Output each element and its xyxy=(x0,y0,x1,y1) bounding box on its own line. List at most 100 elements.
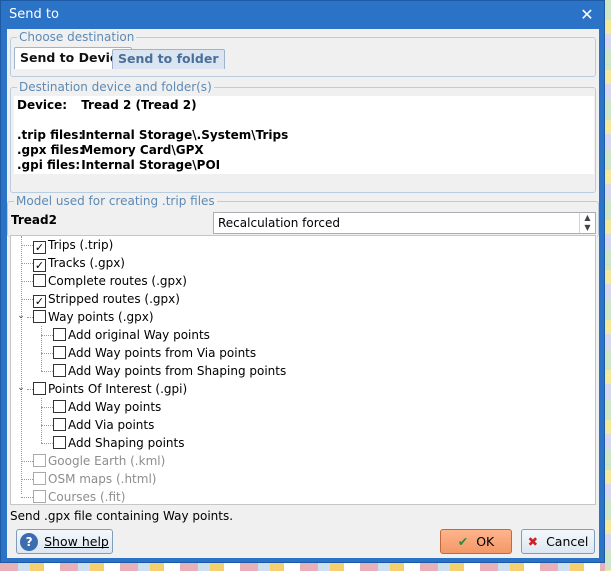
spin-arrows-icon[interactable]: ▲ ▼ xyxy=(579,213,595,233)
gpi-files-value: Internal Storage\POI xyxy=(81,158,221,172)
model-name: Tread2 xyxy=(11,213,57,227)
checkbox-add-way-points[interactable] xyxy=(53,400,66,413)
device-row: Device: Tread 2 (Tread 2) xyxy=(17,98,197,113)
checkbox-stripped-routes[interactable]: ✓ xyxy=(33,295,46,308)
destination-device-group: Destination device and folder(s) Device:… xyxy=(10,79,596,193)
checkbox-trips[interactable]: ✓ xyxy=(33,241,46,254)
tree-connector xyxy=(21,245,33,246)
tree-item-tracks[interactable]: ✓ Tracks (.gpx) xyxy=(33,254,125,272)
help-icon: ? xyxy=(20,533,39,551)
tree-connector xyxy=(21,263,33,264)
tree-item-label: Complete routes (.gpx) xyxy=(48,274,187,288)
destination-device-legend: Destination device and folder(s) xyxy=(17,79,214,95)
gpx-files-value: Memory Card\GPX xyxy=(81,143,204,157)
export-options-tree: ⌄ ⌄ ✓ Trips (.trip) ✓ Tracks (.gpx) Comple… xyxy=(10,235,596,505)
tab-send-to-folder[interactable]: Send to folder xyxy=(112,49,225,69)
tree-connector xyxy=(21,461,33,462)
tree-connector xyxy=(21,236,22,494)
close-icon[interactable]: ✕ xyxy=(578,6,596,24)
tree-item-complete-routes[interactable]: Complete routes (.gpx) xyxy=(33,272,187,290)
tree-connector xyxy=(41,353,53,354)
tree-connector xyxy=(41,407,53,408)
gpx-files-row: .gpx files: Memory Card\GPX xyxy=(17,143,204,158)
tree-connector xyxy=(41,326,42,371)
recalculation-selected-value: Recalculation forced xyxy=(218,216,340,230)
tree-item-label: Add Way points xyxy=(68,400,162,414)
tree-item-label: Points Of Interest (.gpi) xyxy=(48,382,188,396)
gpi-files-label: .gpi files: xyxy=(17,158,81,172)
tree-connector xyxy=(41,398,42,443)
tree-connector xyxy=(41,425,53,426)
tree-item-trips[interactable]: ✓ Trips (.trip) xyxy=(33,236,113,254)
device-info-box: Device: Tread 2 (Tread 2) .trip files: I… xyxy=(14,96,594,174)
choose-destination-legend: Choose destination xyxy=(17,29,137,45)
checkbox-add-original-way-points[interactable] xyxy=(53,328,66,341)
ok-label: OK xyxy=(476,534,495,549)
tree-item-label: Add Shaping points xyxy=(68,436,185,450)
checkbox-way-points[interactable] xyxy=(33,310,46,323)
show-help-button[interactable]: ? Show help xyxy=(16,529,113,554)
tree-connector xyxy=(41,443,53,444)
tree-item-google-earth: Google Earth (.kml) xyxy=(33,452,165,470)
choose-destination-group: Choose destination Send to Device Send t… xyxy=(10,29,596,77)
device-value: Tread 2 (Tread 2) xyxy=(81,98,197,112)
checkbox-way-points-from-shaping[interactable] xyxy=(53,364,66,377)
tree-item-add-original-way-points[interactable]: Add original Way points xyxy=(53,326,210,344)
tree-item-way-points-from-shaping[interactable]: Add Way points from Shaping points xyxy=(53,362,286,380)
cross-icon: ✖ xyxy=(527,534,539,549)
tree-item-label: Add Way points from Shaping points xyxy=(68,364,287,378)
trip-files-label: .trip files: xyxy=(17,128,84,142)
tree-item-add-shaping-points[interactable]: Add Shaping points xyxy=(53,434,184,452)
checkbox-tracks[interactable]: ✓ xyxy=(33,259,46,272)
checkbox-osm-maps xyxy=(33,472,46,485)
chevron-down-icon[interactable]: ⌄ xyxy=(16,311,26,321)
cancel-button[interactable]: ✖ Cancel xyxy=(521,529,595,554)
tree-connector xyxy=(41,335,53,336)
tree-item-label: Way points (.gpx) xyxy=(48,310,154,324)
tree-item-way-points-from-via[interactable]: Add Way points from Via points xyxy=(53,344,256,362)
tree-connector xyxy=(21,299,33,300)
tree-item-label: Tracks (.gpx) xyxy=(48,256,125,270)
send-to-dialog: Send to ✕ Choose destination Send to Dev… xyxy=(0,0,605,563)
tree-item-label: Courses (.fit) xyxy=(48,490,126,504)
tree-item-add-via-points[interactable]: Add Via points xyxy=(53,416,154,434)
checkbox-courses xyxy=(33,490,46,503)
background-map-edge xyxy=(605,0,611,571)
trip-files-value: Internal Storage\.System\Trips xyxy=(81,128,289,142)
chevron-down-icon[interactable]: ⌄ xyxy=(16,383,26,393)
tree-connector xyxy=(21,497,33,498)
checkmark-icon: ✔ xyxy=(457,534,469,549)
show-help-label: Show help xyxy=(44,534,109,549)
trip-files-row: .trip files: Internal Storage\.System\Tr… xyxy=(17,128,288,143)
tree-item-add-way-points[interactable]: Add Way points xyxy=(53,398,161,416)
tree-item-points-of-interest[interactable]: Points Of Interest (.gpi) xyxy=(33,380,187,398)
checkbox-complete-routes[interactable] xyxy=(33,274,46,287)
tree-item-label: Trips (.trip) xyxy=(48,238,114,252)
tree-item-way-points[interactable]: Way points (.gpx) xyxy=(33,308,154,326)
title-bar[interactable]: Send to xyxy=(1,1,604,29)
tree-item-label: Google Earth (.kml) xyxy=(48,454,166,468)
device-label: Device: xyxy=(17,98,68,112)
tree-item-label: Add Via points xyxy=(68,418,155,432)
checkbox-points-of-interest[interactable] xyxy=(33,382,46,395)
status-text: Send .gpx file containing Way points. xyxy=(10,509,234,523)
checkbox-add-via-points[interactable] xyxy=(53,418,66,431)
tree-connector xyxy=(21,479,33,480)
recalculation-select[interactable]: Recalculation forced ▲ ▼ xyxy=(213,212,596,234)
dialog-client-area: Choose destination Send to Device Send t… xyxy=(7,29,599,558)
checkbox-way-points-from-via[interactable] xyxy=(53,346,66,359)
tree-item-label: Stripped routes (.gpx) xyxy=(48,292,180,306)
tree-item-osm-maps: OSM maps (.html) xyxy=(33,470,156,488)
checkbox-google-earth xyxy=(33,454,46,467)
model-legend: Model used for creating .trip files xyxy=(14,193,217,209)
tree-item-courses: Courses (.fit) xyxy=(33,488,125,506)
ok-button[interactable]: ✔ OK xyxy=(440,529,512,554)
window-title: Send to xyxy=(9,7,59,22)
gpx-files-label: .gpx files: xyxy=(17,143,84,157)
tree-connector xyxy=(41,371,53,372)
tree-item-label: OSM maps (.html) xyxy=(48,472,157,486)
tree-item-label: Add Way points from Via points xyxy=(68,346,257,360)
tree-item-stripped-routes[interactable]: ✓ Stripped routes (.gpx) xyxy=(33,290,180,308)
cancel-label: Cancel xyxy=(546,534,589,549)
checkbox-add-shaping-points[interactable] xyxy=(53,436,66,449)
